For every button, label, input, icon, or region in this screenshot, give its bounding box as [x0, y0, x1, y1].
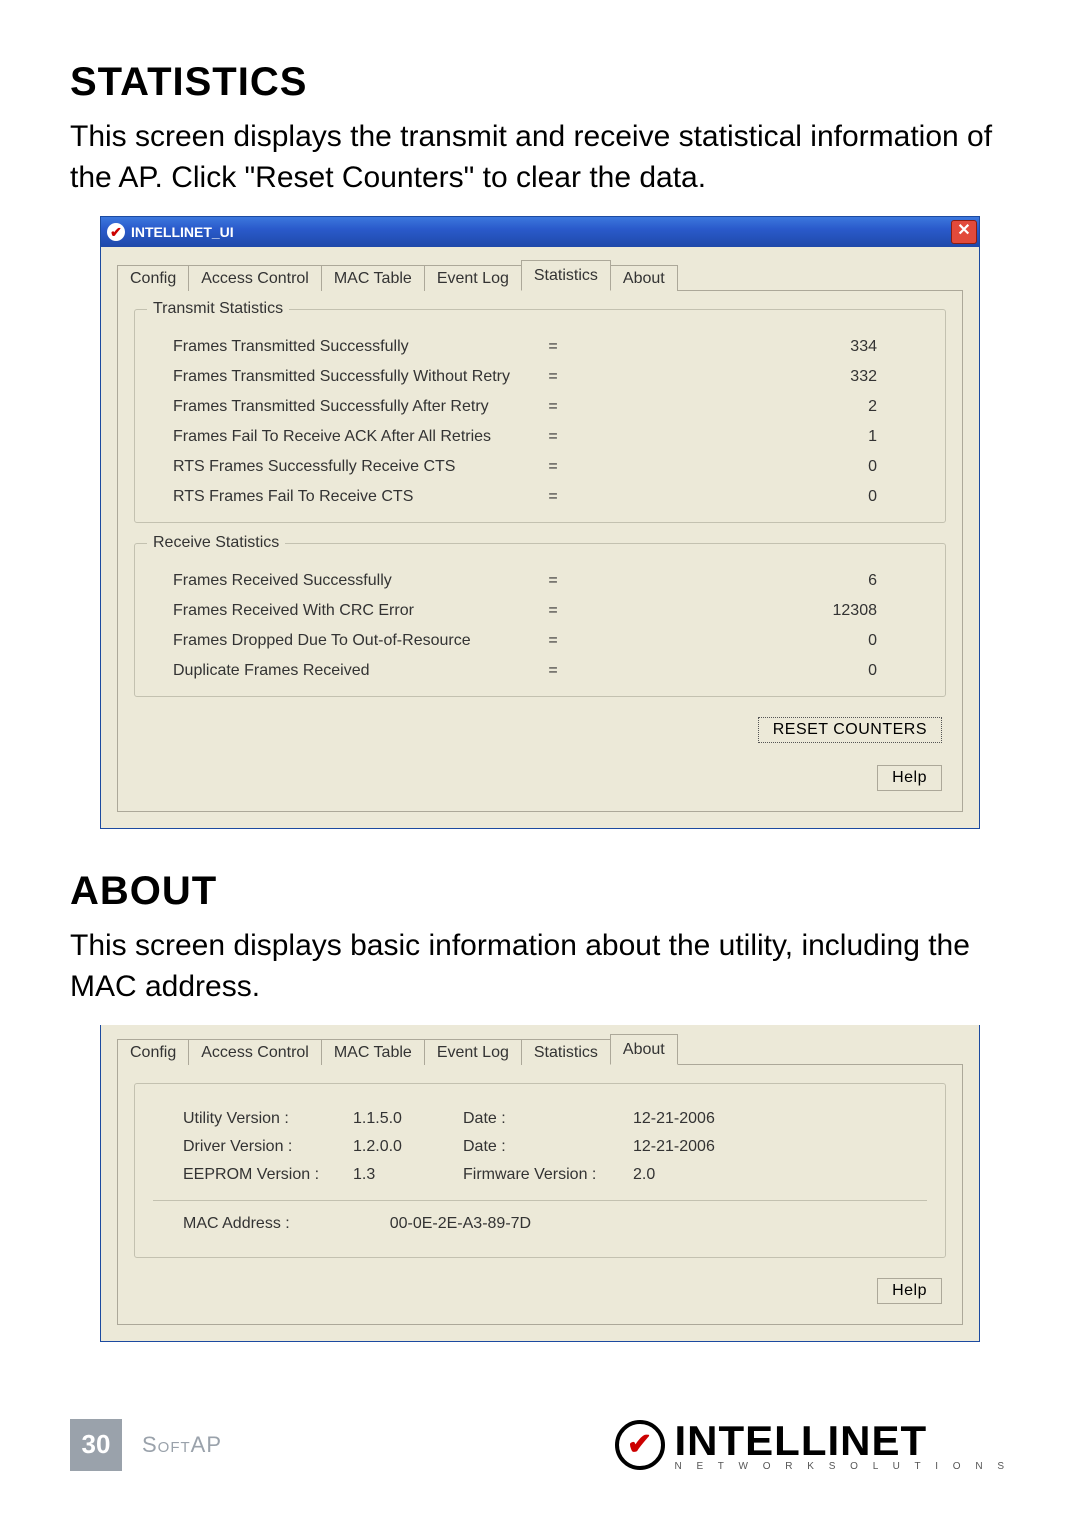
transmit-groupbox: Transmit Statistics Frames Transmitted S… — [134, 309, 946, 523]
tab-event-log[interactable]: Event Log — [424, 1039, 522, 1065]
tab-mac-table[interactable]: MAC Table — [321, 265, 425, 291]
reset-counters-button[interactable]: RESET COUNTERS — [758, 717, 942, 743]
equals-sign: = — [533, 428, 573, 446]
equals-sign: = — [533, 488, 573, 506]
mac-label: MAC Address : — [183, 1215, 290, 1233]
stat-label: Duplicate Frames Received — [153, 662, 533, 680]
stat-row: RTS Frames Fail To Receive CTS = 0 — [153, 482, 927, 512]
equals-sign: = — [533, 338, 573, 356]
stat-value: 0 — [573, 488, 927, 506]
para-about: This screen displays basic information a… — [70, 926, 1010, 1007]
stat-label: Frames Dropped Due To Out-of-Resource — [153, 632, 533, 650]
stat-value: 6 — [573, 572, 927, 590]
stat-label: Frames Transmitted Successfully After Re… — [153, 398, 533, 416]
heading-statistics: STATISTICS — [70, 60, 1010, 105]
help-button[interactable]: Help — [877, 1278, 942, 1304]
tab-about[interactable]: About — [610, 265, 678, 291]
check-icon: ✔ — [615, 1420, 665, 1470]
about-value: 2.0 — [633, 1166, 773, 1184]
stat-label: Frames Received Successfully — [153, 572, 533, 590]
stat-label: RTS Frames Successfully Receive CTS — [153, 458, 533, 476]
stat-row: Frames Transmitted Successfully After Re… — [153, 392, 927, 422]
tab-area: Config Access Control MAC Table Event Lo… — [101, 247, 979, 828]
tabs-row-about: Config Access Control MAC Table Event Lo… — [117, 1035, 963, 1065]
stat-value: 0 — [573, 662, 927, 680]
stat-label: Frames Fail To Receive ACK After All Ret… — [153, 428, 533, 446]
about-value: 12-21-2006 — [633, 1110, 773, 1128]
mac-value: 00-0E-2E-A3-89-7D — [390, 1215, 531, 1233]
tab-config[interactable]: Config — [117, 265, 189, 291]
stat-row: RTS Frames Successfully Receive CTS = 0 — [153, 452, 927, 482]
about-value: 12-21-2006 — [633, 1138, 773, 1156]
tab-statistics[interactable]: Statistics — [521, 260, 611, 291]
brand-logo: ✔ INTELLINET N E T W O R K S O L U T I O… — [615, 1417, 1010, 1472]
stat-row: Frames Transmitted Successfully = 334 — [153, 332, 927, 362]
about-key: Firmware Version : — [463, 1166, 633, 1184]
equals-sign: = — [533, 572, 573, 590]
equals-sign: = — [533, 368, 573, 386]
statistics-window: ✔ INTELLINET_UI ✕ Config Access Control … — [100, 216, 980, 829]
about-value: 1.1.5.0 — [353, 1110, 463, 1128]
tab-access-control[interactable]: Access Control — [188, 1039, 322, 1065]
stat-label: Frames Received With CRC Error — [153, 602, 533, 620]
equals-sign: = — [533, 602, 573, 620]
tab-statistics[interactable]: Statistics — [521, 1039, 611, 1065]
about-key: Utility Version : — [183, 1110, 353, 1128]
stat-value: 12308 — [573, 602, 927, 620]
para-statistics: This screen displays the transmit and re… — [70, 117, 1010, 198]
stat-value: 2 — [573, 398, 927, 416]
titlebar: ✔ INTELLINET_UI ✕ — [101, 217, 979, 247]
mac-row: MAC Address : 00-0E-2E-A3-89-7D — [153, 1201, 927, 1247]
tab-mac-table[interactable]: MAC Table — [321, 1039, 425, 1065]
tab-event-log[interactable]: Event Log — [424, 265, 522, 291]
receive-groupbox: Receive Statistics Frames Received Succe… — [134, 543, 946, 697]
brand-subtitle: N E T W O R K S O L U T I O N S — [675, 1461, 1010, 1472]
stat-value: 334 — [573, 338, 927, 356]
about-panel: Utility Version : 1.1.5.0 Date : 12-21-2… — [117, 1065, 963, 1325]
stat-row: Frames Transmitted Successfully Without … — [153, 362, 927, 392]
about-value: 1.2.0.0 — [353, 1138, 463, 1156]
footer-section-label: SoftAP — [142, 1432, 222, 1458]
about-groupbox: Utility Version : 1.1.5.0 Date : 12-21-2… — [134, 1083, 946, 1258]
page-number-badge: 30 — [70, 1419, 122, 1471]
about-key: Date : — [463, 1138, 633, 1156]
about-key: Driver Version : — [183, 1138, 353, 1156]
equals-sign: = — [533, 632, 573, 650]
about-value: 1.3 — [353, 1166, 463, 1184]
equals-sign: = — [533, 458, 573, 476]
app-icon: ✔ — [107, 223, 125, 241]
tabs-row-statistics: Config Access Control MAC Table Event Lo… — [117, 261, 963, 291]
stat-row: Frames Received With CRC Error = 12308 — [153, 596, 927, 626]
stat-value: 0 — [573, 458, 927, 476]
stat-label: RTS Frames Fail To Receive CTS — [153, 488, 533, 506]
heading-about: ABOUT — [70, 869, 1010, 914]
window-title: INTELLINET_UI — [125, 224, 951, 240]
about-grid: Utility Version : 1.1.5.0 Date : 12-21-2… — [153, 1100, 927, 1194]
equals-sign: = — [533, 398, 573, 416]
stat-row: Frames Fail To Receive ACK After All Ret… — [153, 422, 927, 452]
brand-name: INTELLINET — [675, 1417, 928, 1465]
stat-value: 1 — [573, 428, 927, 446]
stat-row: Duplicate Frames Received = 0 — [153, 656, 927, 686]
stat-value: 0 — [573, 632, 927, 650]
about-key: Date : — [463, 1110, 633, 1128]
about-window: Config Access Control MAC Table Event Lo… — [100, 1025, 980, 1342]
equals-sign: = — [533, 662, 573, 680]
footer: 30 SoftAP ✔ INTELLINET N E T W O R K S O… — [70, 1417, 1010, 1472]
tab-area-about: Config Access Control MAC Table Event Lo… — [101, 1025, 979, 1341]
tab-config[interactable]: Config — [117, 1039, 189, 1065]
about-key: EEPROM Version : — [183, 1166, 353, 1184]
stat-row: Frames Dropped Due To Out-of-Resource = … — [153, 626, 927, 656]
statistics-panel: Transmit Statistics Frames Transmitted S… — [117, 291, 963, 812]
transmit-legend: Transmit Statistics — [147, 300, 289, 318]
stat-label: Frames Transmitted Successfully Without … — [153, 368, 533, 386]
stat-row: Frames Received Successfully = 6 — [153, 566, 927, 596]
tab-about[interactable]: About — [610, 1034, 678, 1065]
close-icon[interactable]: ✕ — [951, 220, 977, 244]
stat-label: Frames Transmitted Successfully — [153, 338, 533, 356]
stat-value: 332 — [573, 368, 927, 386]
receive-legend: Receive Statistics — [147, 534, 285, 552]
tab-access-control[interactable]: Access Control — [188, 265, 322, 291]
help-button[interactable]: Help — [877, 765, 942, 791]
